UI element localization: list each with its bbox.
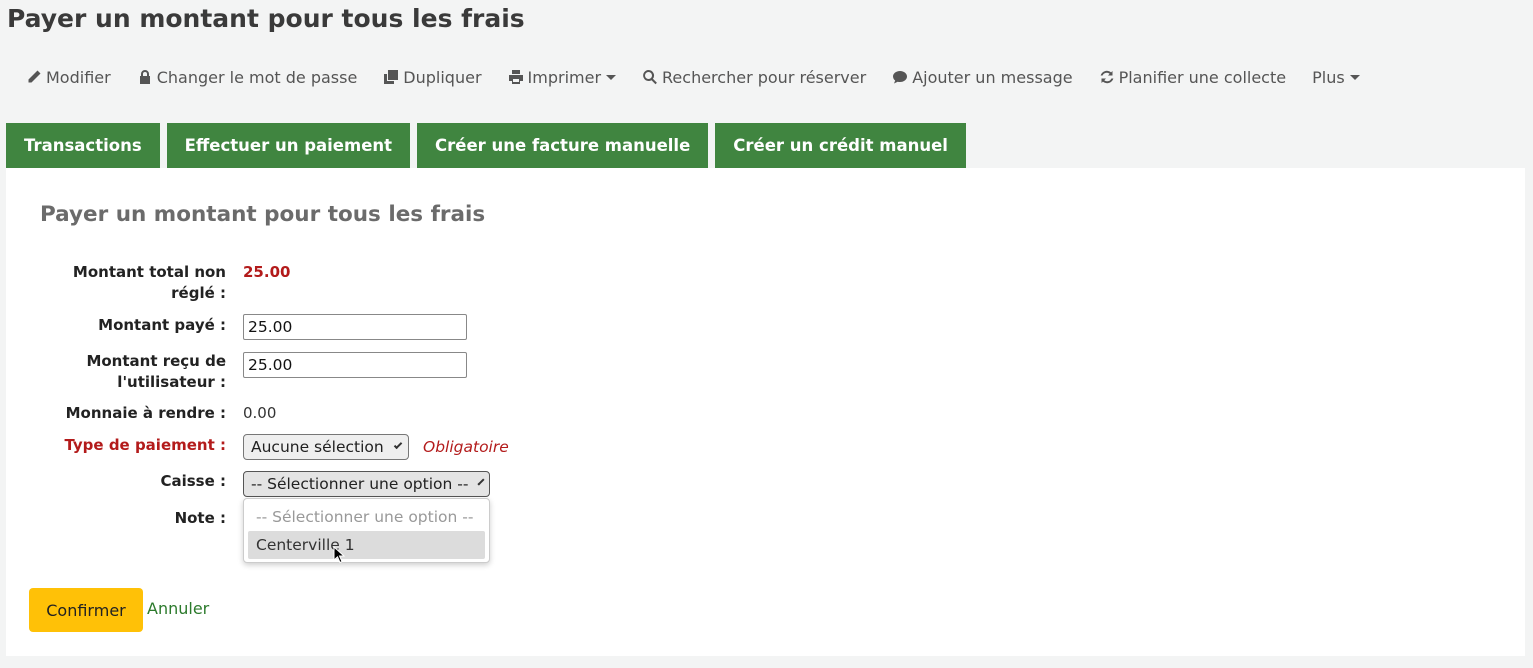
schedule-pickup-label: Planifier une collecte bbox=[1118, 67, 1287, 87]
register-label: Caisse : bbox=[160, 472, 226, 490]
register-select[interactable]: -- Sélectionner une option -- bbox=[243, 471, 490, 497]
change-password-label: Changer le mot de passe bbox=[156, 67, 358, 87]
mouse-pointer-icon bbox=[333, 546, 346, 564]
comment-icon bbox=[892, 69, 908, 85]
edit-label: Modifier bbox=[46, 67, 111, 87]
print-dropdown[interactable]: Imprimer bbox=[508, 68, 617, 87]
print-icon bbox=[508, 69, 524, 85]
account-tabs: Transactions Effectuer un paiement Créer… bbox=[6, 123, 973, 168]
payment-type-select[interactable]: Aucune sélection bbox=[243, 434, 409, 460]
duplicate-label: Dupliquer bbox=[403, 67, 482, 87]
required-hint: Obligatoire bbox=[423, 438, 509, 456]
add-message-button[interactable]: Ajouter un message bbox=[892, 67, 1073, 87]
lock-icon bbox=[137, 69, 153, 85]
note-label: Note : bbox=[174, 509, 226, 527]
payment-type-value: Aucune sélection bbox=[251, 438, 384, 456]
more-label: Plus bbox=[1312, 67, 1345, 87]
toolbar: Modifier Changer le mot de passe Dupliqu… bbox=[26, 66, 1386, 88]
tab-manual-credit[interactable]: Créer un crédit manuel bbox=[715, 123, 966, 168]
search-icon bbox=[642, 69, 658, 85]
register-option-centerville[interactable]: Centerville 1 bbox=[248, 531, 485, 559]
tab-manual-invoice[interactable]: Créer une facture manuelle bbox=[417, 123, 709, 168]
total-outstanding-value: 25.00 bbox=[243, 263, 291, 281]
payment-panel: Payer un montant pour tous les frais Mon… bbox=[6, 168, 1525, 656]
register-value: -- Sélectionner une option -- bbox=[251, 475, 469, 493]
cancel-link[interactable]: Annuler bbox=[147, 599, 209, 618]
chevron-down-icon bbox=[393, 440, 403, 450]
total-outstanding-label: Montant total non réglé : bbox=[72, 263, 226, 302]
change-password-button[interactable]: Changer le mot de passe bbox=[137, 67, 358, 87]
caret-down-icon bbox=[606, 74, 617, 80]
print-label: Imprimer bbox=[527, 67, 602, 87]
refresh-icon bbox=[1099, 69, 1115, 85]
register-dropdown-list: -- Sélectionner une option -- Centervill… bbox=[243, 498, 490, 563]
amount-paid-input[interactable] bbox=[243, 314, 467, 340]
chevron-down-icon bbox=[477, 478, 485, 486]
payment-type-label: Type de paiement : bbox=[64, 436, 226, 454]
tab-transactions[interactable]: Transactions bbox=[6, 123, 160, 168]
change-value: 0.00 bbox=[243, 404, 277, 422]
caret-down-icon bbox=[1349, 74, 1360, 80]
schedule-pickup-button[interactable]: Planifier une collecte bbox=[1099, 67, 1287, 87]
amount-received-input[interactable] bbox=[243, 352, 467, 378]
change-label: Monnaie à rendre : bbox=[65, 404, 226, 422]
tab-make-payment[interactable]: Effectuer un paiement bbox=[166, 123, 411, 168]
edit-button[interactable]: Modifier bbox=[26, 68, 111, 87]
page-title: Payer un montant pour tous les frais bbox=[7, 4, 525, 33]
add-message-label: Ajouter un message bbox=[912, 67, 1073, 87]
more-dropdown[interactable]: Plus bbox=[1312, 68, 1360, 87]
amount-received-label: Montant reçu de l'utilisateur : bbox=[86, 352, 226, 391]
register-option-placeholder[interactable]: -- Sélectionner une option -- bbox=[248, 503, 485, 531]
amount-paid-label: Montant payé : bbox=[98, 316, 226, 334]
confirm-button[interactable]: Confirmer bbox=[29, 588, 143, 632]
duplicate-button[interactable]: Dupliquer bbox=[383, 67, 482, 87]
copy-icon bbox=[383, 69, 399, 85]
form-legend: Payer un montant pour tous les frais bbox=[40, 202, 486, 227]
search-to-hold-button[interactable]: Rechercher pour réserver bbox=[642, 68, 866, 87]
search-to-hold-label: Rechercher pour réserver bbox=[662, 67, 867, 87]
pencil-icon bbox=[26, 69, 42, 85]
